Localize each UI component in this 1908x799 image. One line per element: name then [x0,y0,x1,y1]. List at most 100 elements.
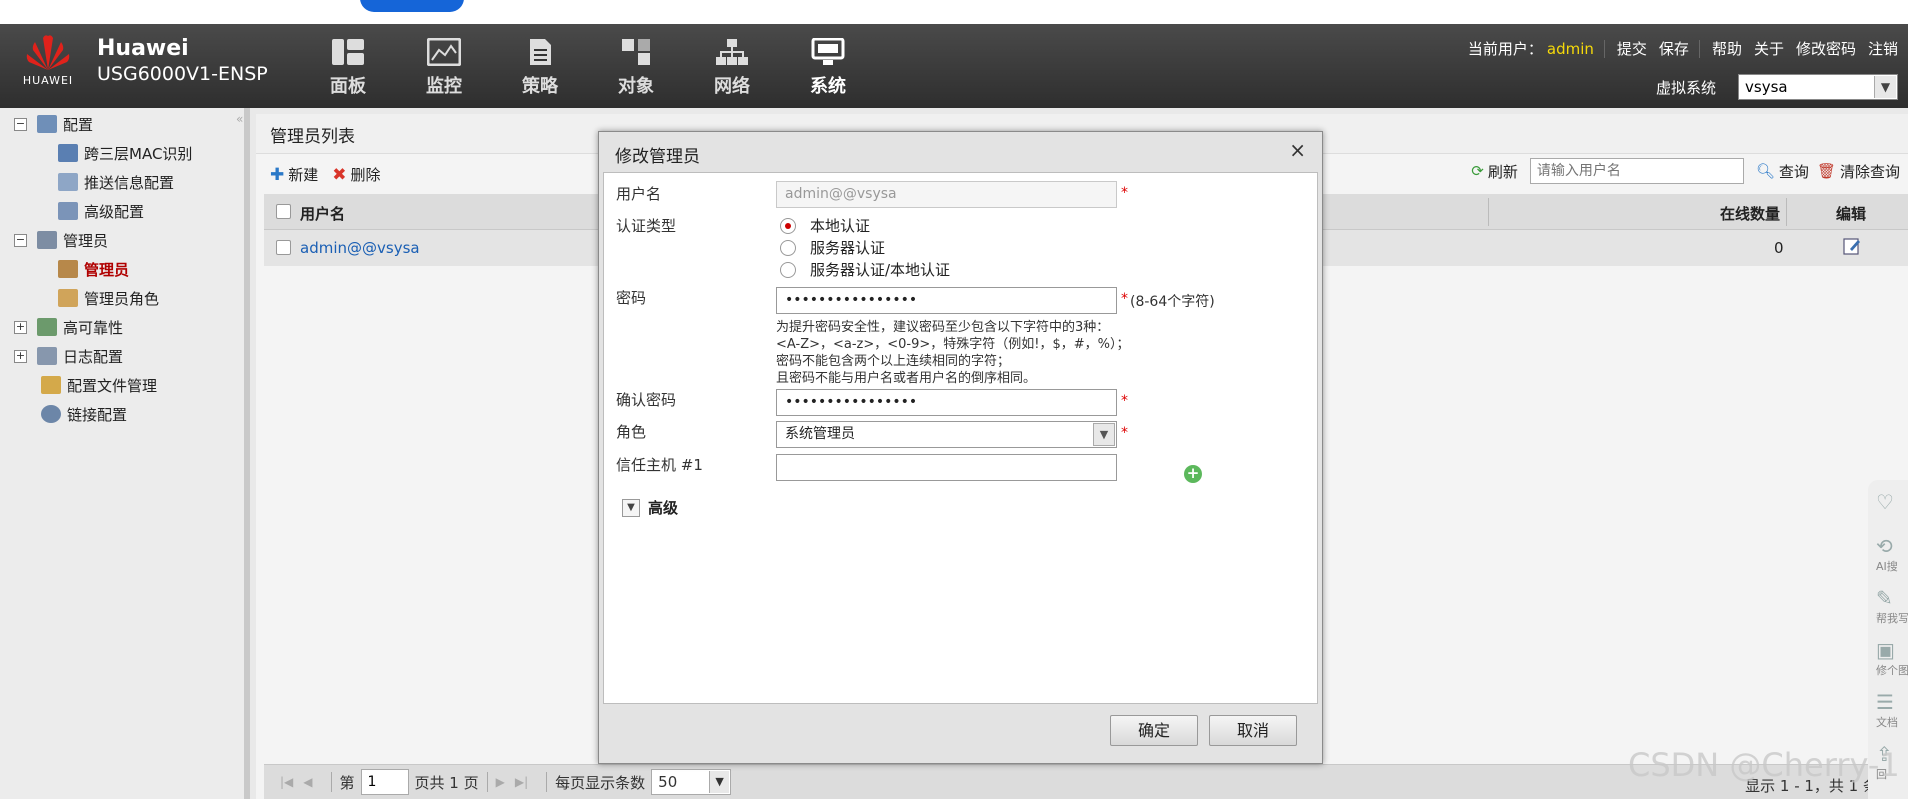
sidebar-item-admin-group[interactable]: − 管理员 [14,228,108,252]
sidebar-item-config-file[interactable]: 配置文件管理 [41,373,157,397]
document-button[interactable]: ☰ 文档 [1876,690,1908,730]
list-toolbar: ✚ 新建 ✖ 删除 [270,164,395,185]
new-button[interactable]: ✚ 新建 [270,164,318,185]
clear-icon: 🗑︎ [1816,162,1836,180]
sidebar-item-high-availability[interactable]: + 高可靠性 [14,315,123,339]
chevron-down-icon: ▼ [709,771,730,793]
save-link[interactable]: 保存 [1659,38,1689,59]
last-page-icon[interactable]: ▶| [515,775,528,789]
edit-icon[interactable] [1842,236,1862,260]
search-icon: 🔍︎ [1755,162,1775,180]
expand-toggle-icon[interactable]: + [14,349,27,363]
network-icon [716,39,748,65]
nav-object[interactable]: 对象 [588,38,684,98]
row-online-count: 0 [1774,239,1784,257]
virtual-system: 虚拟系统 vsysa ▼ [1656,74,1898,100]
dialog-body: 用户名 admin@@vsysa * 认证类型 本地认证 服务器认证 服务器认证… [603,172,1318,704]
sidebar-item-admin-role[interactable]: 管理员角色 [58,286,159,310]
sidebar-item-mac-identify[interactable]: 跨三层MAC识别 [58,141,192,165]
nav-network[interactable]: 网络 [684,38,780,98]
device-model: USG6000V1-ENSP [97,63,268,85]
image-edit-button[interactable]: ▣ 修个图 [1876,638,1908,678]
ok-button[interactable]: 确定 [1110,715,1198,746]
current-user-label: 当前用户： [1467,40,1543,58]
vsys-select[interactable]: vsysa ▼ [1738,74,1898,100]
chevron-down-icon: ▼ [622,498,640,517]
chevron-down-icon: ▼ [1093,423,1115,446]
dialog-title: 修改管理员 [615,147,700,167]
prev-page-icon[interactable]: ◀ [303,775,312,789]
change-password-link[interactable]: 修改密码 [1796,38,1856,59]
shield-icon[interactable]: ♡ [1876,490,1908,514]
column-online[interactable]: 在线数量 [1720,203,1780,224]
huawei-logo: HUAWEI [18,32,78,102]
expand-toggle-icon[interactable]: + [14,320,27,334]
system-icon [811,38,845,65]
collapse-sidebar-icon[interactable]: « [236,112,243,126]
ai-search-button[interactable]: ⟲ AI搜 [1876,534,1908,574]
ha-icon [37,318,57,336]
nav-dashboard[interactable]: 面板 [300,38,396,98]
admin-icon [37,231,57,249]
column-edit: 编辑 [1836,205,1867,223]
required-mark: * [1121,185,1128,201]
first-page-icon[interactable]: |◀ [280,775,293,789]
page-input[interactable] [360,769,409,795]
vsys-label: 虚拟系统 [1655,78,1716,97]
nav-policy[interactable]: 策略 [492,38,588,98]
select-all-checkbox[interactable] [276,204,291,219]
sidebar-item-admin[interactable]: 管理员 [58,257,129,281]
role-select[interactable]: 系统管理员 ▼ [776,421,1117,448]
search-toolbar: ⟳ 刷新 🔍︎ 查询 🗑︎ 清除查询 [1471,158,1908,184]
next-page-icon[interactable]: ▶ [496,775,505,789]
row-username-link[interactable]: admin@@vsysa [300,239,420,257]
logout-link[interactable]: 注销 [1868,38,1898,59]
trusted-host-input[interactable] [776,454,1117,481]
collapse-toggle-icon[interactable]: − [14,117,27,131]
nav-system[interactable]: 系统 [780,38,876,98]
delete-button[interactable]: ✖ 删除 [332,164,380,185]
search-input[interactable] [1529,158,1744,184]
role-label: 角色 [616,423,647,441]
advanced-toggle[interactable]: ▼ 高级 [622,497,678,518]
auth-server-local-radio[interactable]: 服务器认证/本地认证 [780,259,950,280]
clear-query-button[interactable]: 🗑︎ 清除查询 [1817,161,1900,182]
huawei-logo-icon [26,35,70,70]
sidebar-item-config[interactable]: − 配置 [14,112,93,136]
help-link[interactable]: 帮助 [1712,38,1742,59]
close-icon[interactable]: × [1289,138,1306,162]
collapse-toggle-icon[interactable]: − [14,233,27,247]
about-link[interactable]: 关于 [1754,38,1784,59]
query-button[interactable]: 🔍︎ 查询 [1756,161,1809,182]
policy-icon [530,39,551,65]
refresh-button[interactable]: ⟳ 刷新 [1471,161,1518,182]
add-icon[interactable]: + [1184,465,1202,483]
browser-tab-indicator [360,0,464,12]
link-icon [41,405,61,423]
page-total: 页共 1 页 [414,773,479,792]
per-page-select[interactable]: 50 ▼ [651,769,732,795]
nav-monitor[interactable]: 监控 [396,38,492,98]
password-field[interactable]: •••••••••••••••• [776,287,1117,314]
watermark: CSDN @Cherry-1 [1628,746,1900,784]
password-length-hint: (8-64个字符) [1130,294,1215,310]
auth-server-radio[interactable]: 服务器认证 [780,237,885,258]
sidebar-item-link-config[interactable]: 链接配置 [41,402,127,426]
cancel-button[interactable]: 取消 [1209,715,1297,746]
auth-local-radio[interactable]: 本地认证 [780,215,870,236]
header-links: 当前用户： admin 提交 保存 帮助 关于 修改密码 注销 [1456,38,1898,59]
password-policy-hint: 为提升密码安全性，建议密码至少包含以下字符中的3种： <A-Z>，<a-z>，<… [776,320,1130,386]
panel-title: 管理员列表 [270,127,355,147]
commit-link[interactable]: 提交 [1617,38,1647,59]
sidebar-item-push-info[interactable]: 推送信息配置 [58,170,174,194]
confirm-password-field[interactable]: •••••••••••••••• [776,389,1117,416]
username-field: admin@@vsysa [776,181,1117,208]
brand: Huawei USG6000V1-ENSP [97,36,268,85]
column-username[interactable]: 用户名 [300,203,345,224]
sidebar-item-log-config[interactable]: + 日志配置 [14,344,123,368]
write-helper-button[interactable]: ✎ 帮我写 [1876,586,1908,626]
sidebar-item-advanced-config[interactable]: 高级配置 [58,199,144,223]
row-checkbox[interactable] [276,240,291,255]
monitor-icon [427,38,461,66]
settings-icon [58,202,78,220]
